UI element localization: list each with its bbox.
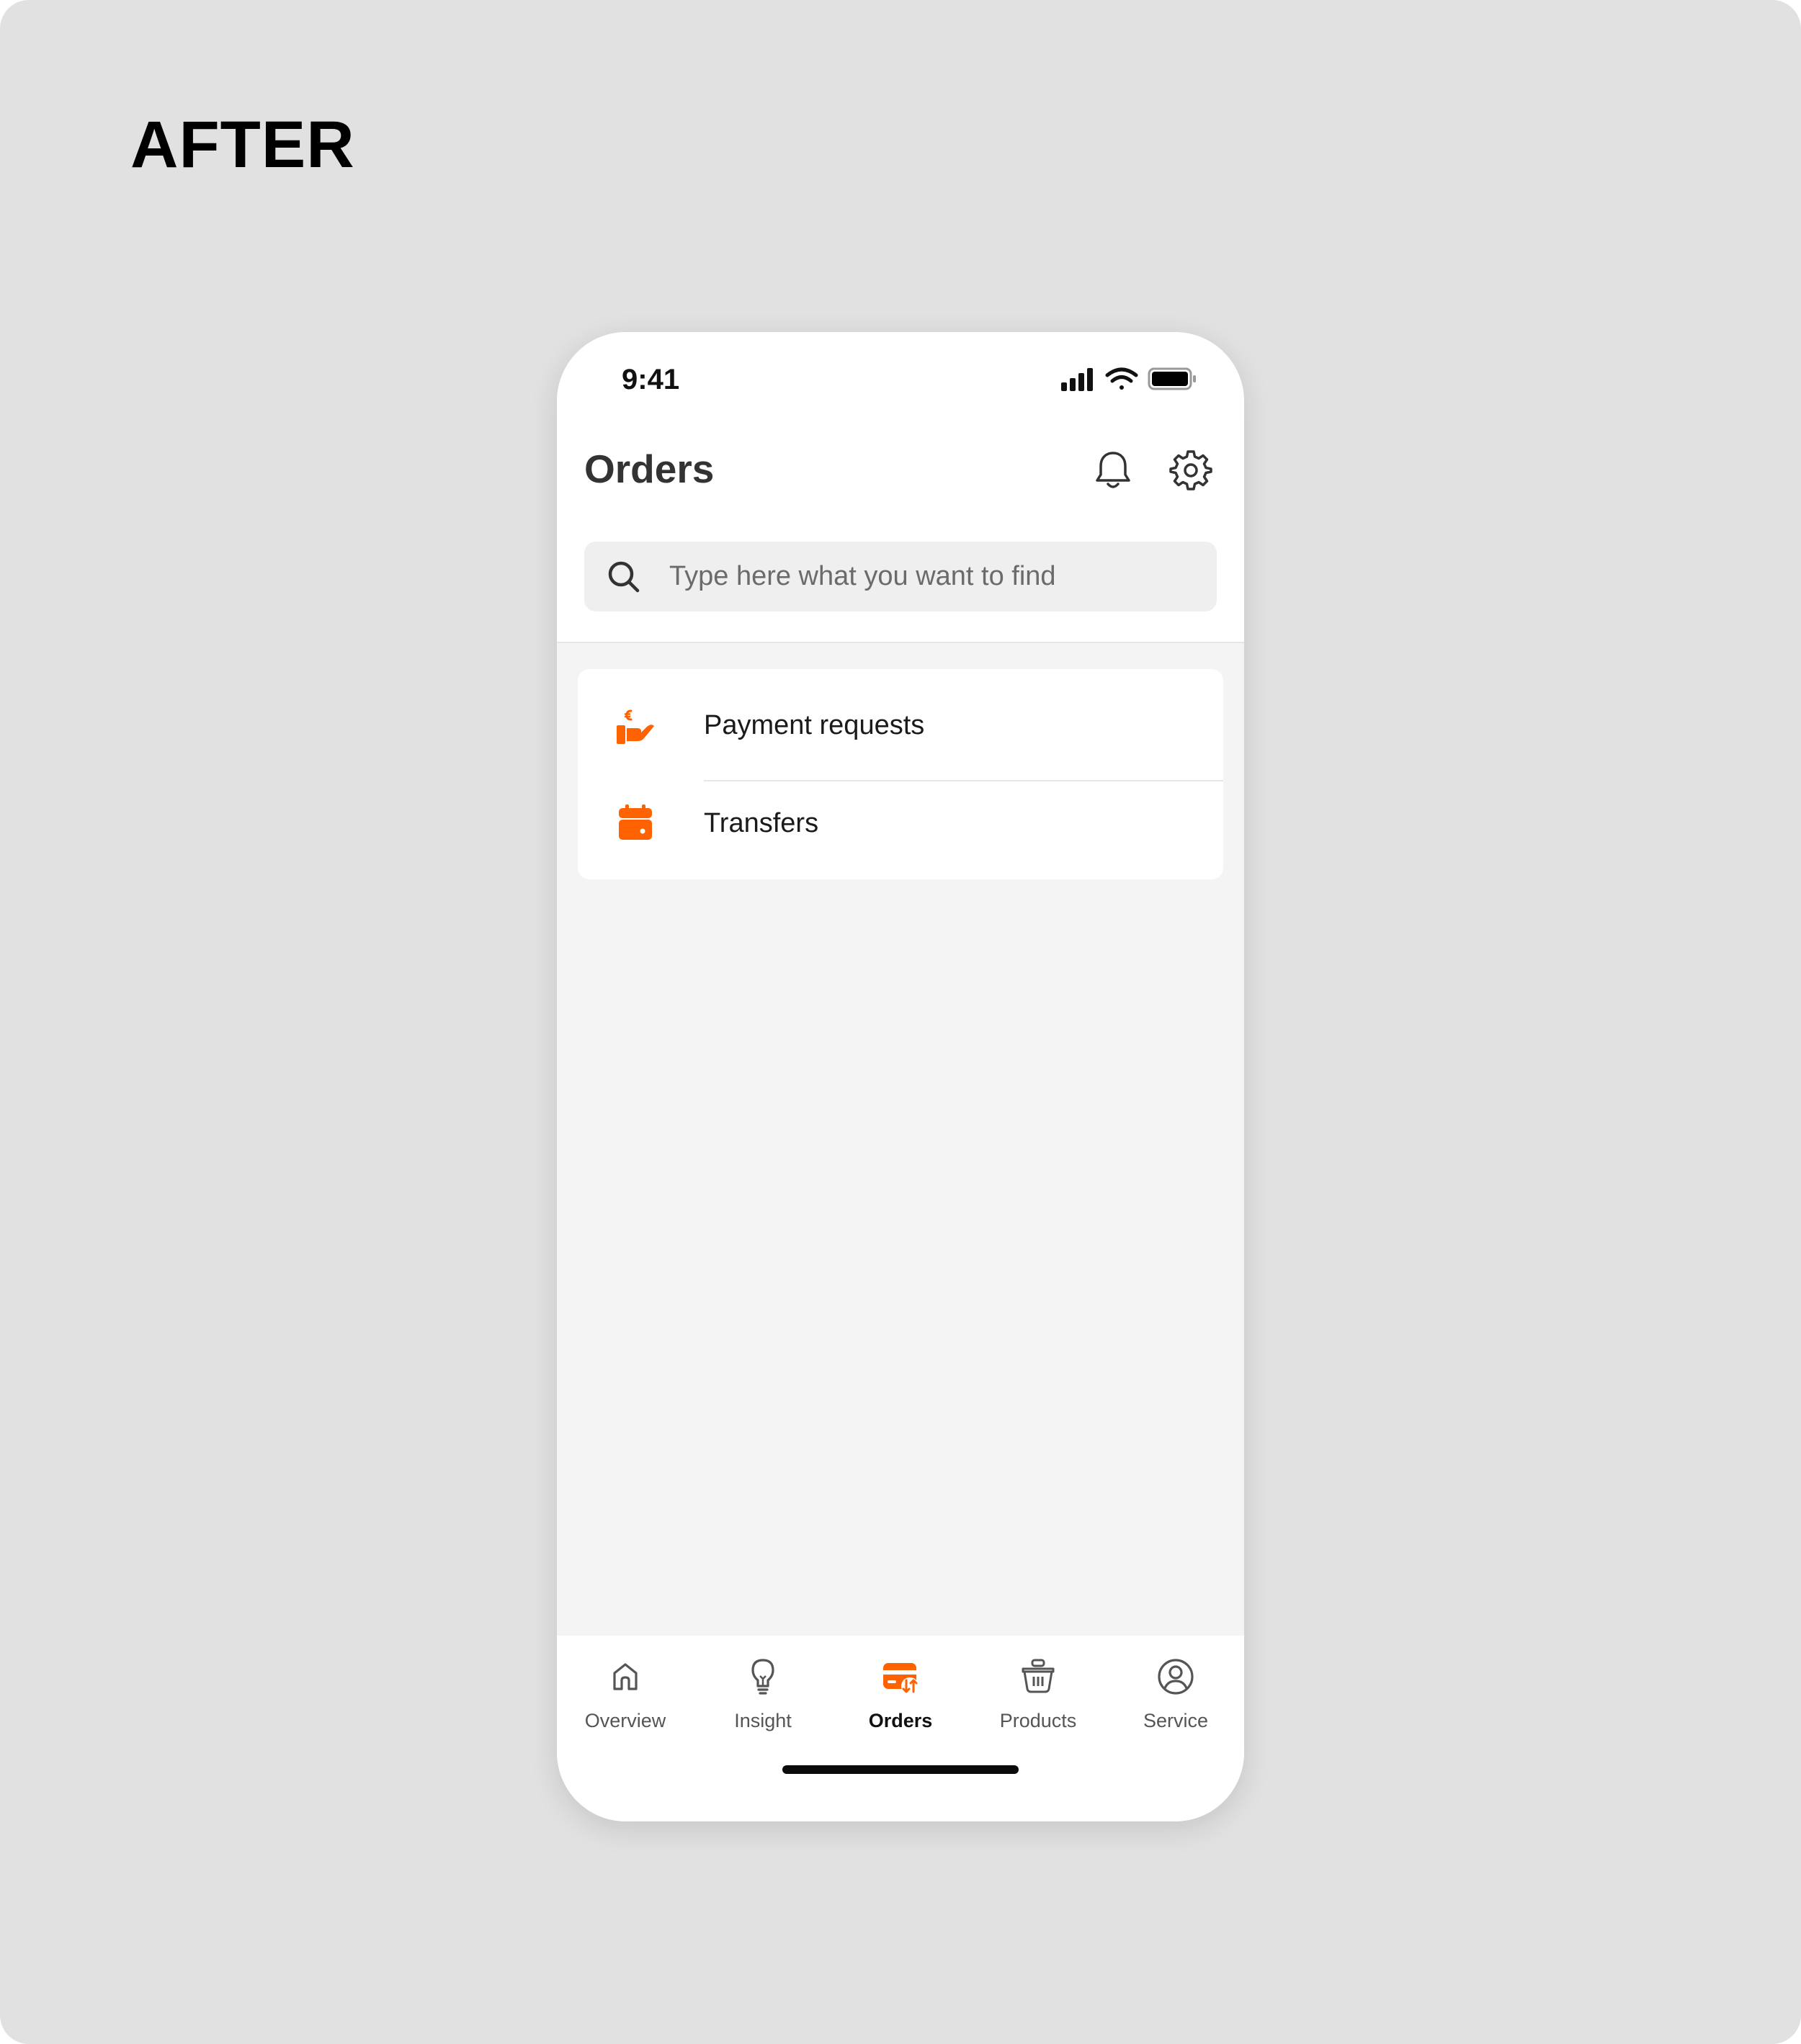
tab-label: Products xyxy=(999,1710,1077,1731)
basket-icon xyxy=(1022,1659,1055,1693)
tab-products[interactable]: Products xyxy=(970,1636,1107,1751)
tab-insight[interactable]: Insight xyxy=(694,1636,831,1751)
search-input[interactable] xyxy=(669,542,1202,611)
home-icon xyxy=(613,1663,638,1690)
tab-label: Insight xyxy=(734,1710,792,1731)
search-bar[interactable] xyxy=(584,542,1217,611)
status-time: 9:41 xyxy=(622,364,680,395)
card-transfer-icon xyxy=(883,1663,919,1695)
page-title: Orders xyxy=(584,447,715,491)
calendar-icon xyxy=(619,804,652,840)
tab-label: Orders xyxy=(868,1710,933,1731)
tab-orders[interactable]: Orders xyxy=(832,1636,969,1751)
user-circle-icon xyxy=(1158,1659,1194,1695)
comparison-label: AFTER xyxy=(130,108,355,181)
home-indicator xyxy=(782,1765,1019,1774)
tab-label: Overview xyxy=(584,1710,666,1731)
gear-icon[interactable] xyxy=(1169,449,1212,492)
search-icon xyxy=(608,561,640,593)
status-icons xyxy=(1061,367,1196,391)
phone-screen: 9:41 Orders Type here what you want to f… xyxy=(557,332,1244,1821)
hand-euro-icon xyxy=(617,709,654,744)
tab-service[interactable]: Service xyxy=(1107,1636,1244,1751)
cellular-signal-icon xyxy=(1061,368,1093,391)
tab-overview[interactable]: Overview xyxy=(557,1636,694,1751)
menu-item-label: Payment requests xyxy=(704,710,925,740)
menu-item-label: Transfers xyxy=(704,808,819,838)
header-area: 9:41 Orders xyxy=(557,332,1244,643)
wifi-icon xyxy=(1105,367,1138,390)
menu-item-transfers[interactable]: Transfers xyxy=(578,774,1223,875)
bottom-tab-bar: Overview Insight Orders Products Service xyxy=(557,1636,1244,1821)
menu-item-payment-requests[interactable]: Payment requests xyxy=(578,676,1223,781)
presentation-canvas: AFTER 9:41 Orders Type here what you wan… xyxy=(0,0,1801,2044)
bell-icon[interactable] xyxy=(1091,449,1135,492)
tab-label: Service xyxy=(1143,1710,1209,1731)
orders-menu-card: Payment requests Transfers xyxy=(578,669,1223,879)
battery-icon xyxy=(1148,367,1196,390)
lightbulb-icon xyxy=(751,1659,774,1695)
